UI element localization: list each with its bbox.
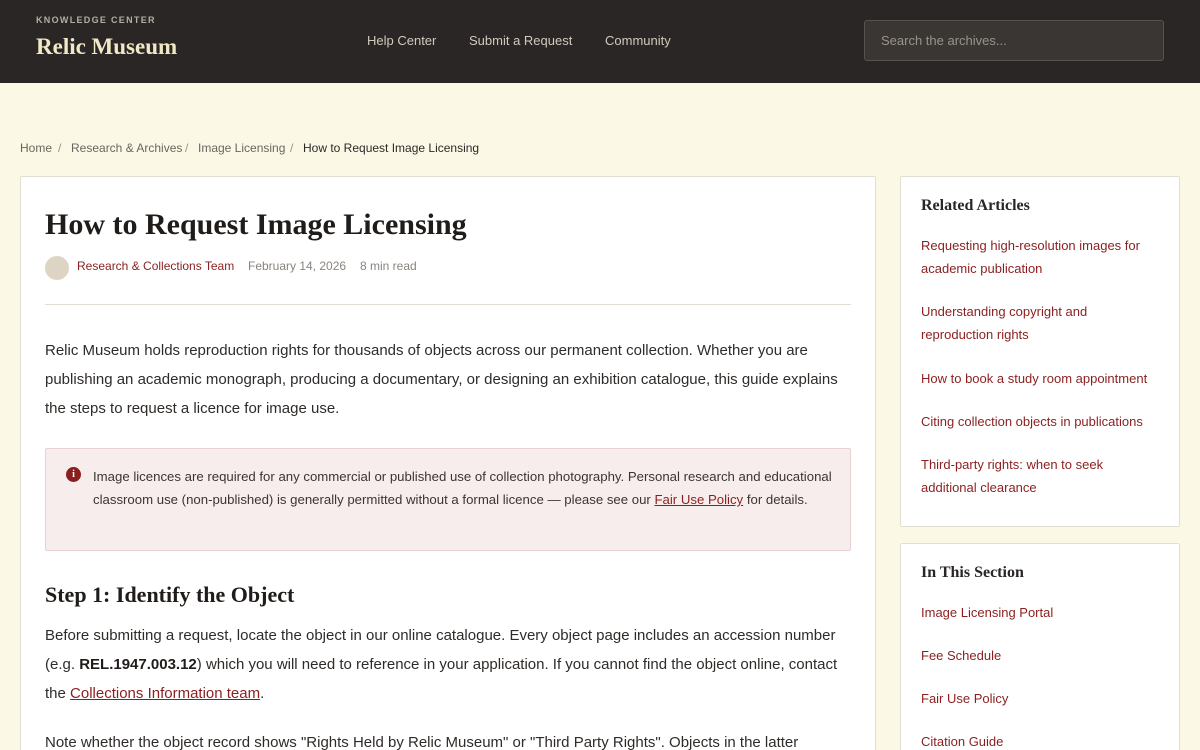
rights-note-paragraph: Note whether the object record shows "Ri… [45, 734, 799, 750]
article-title: How to Request Image Licensing [45, 208, 467, 241]
nav-community[interactable]: Community [605, 33, 671, 48]
step-1-text: Before submitting a request, locate the … [45, 621, 851, 708]
in-this-section-heading: In This Section [921, 564, 1024, 581]
callout-text-after: for details. [743, 492, 808, 507]
breadcrumb-image-licensing[interactable]: Image Licensing [198, 141, 285, 155]
search-box [864, 20, 1164, 61]
related-articles-heading: Related Articles [921, 197, 1030, 214]
meta-divider [45, 304, 851, 305]
breadcrumb-home[interactable]: Home [20, 141, 52, 155]
related-article-link[interactable]: Requesting high-resolution images for ac… [921, 234, 1161, 280]
author-avatar [45, 256, 69, 280]
read-time: 8 min read [360, 259, 417, 273]
callout-text: Image licences are required for any comm… [93, 465, 833, 511]
breadcrumb-research-archives[interactable]: Research & Archives [71, 141, 182, 155]
collections-info-link[interactable]: Collections Information team [70, 685, 260, 702]
publish-date: February 14, 2026 [248, 259, 347, 273]
author-link[interactable]: Research & Collections Team [77, 259, 234, 273]
step-1-heading: Step 1: Identify the Object [45, 582, 295, 607]
breadcrumb-current: How to Request Image Licensing [303, 141, 480, 155]
related-article-link[interactable]: Citing collection objects in publication… [921, 410, 1181, 433]
breadcrumb-separator: / [58, 141, 62, 155]
info-icon: i [66, 467, 81, 482]
nav-help-center[interactable]: Help Center [367, 33, 436, 48]
nav-submit-request[interactable]: Submit a Request [469, 33, 572, 48]
section-link-fee-schedule[interactable]: Fee Schedule [921, 644, 1161, 667]
section-link-citation-guide[interactable]: Citation Guide [921, 730, 1161, 750]
search-input[interactable] [865, 21, 1163, 60]
breadcrumb-separator: / [290, 141, 294, 155]
section-link-fair-use-policy[interactable]: Fair Use Policy [921, 687, 1161, 710]
brand-logo-text[interactable]: Relic Museum [36, 34, 177, 60]
fair-use-policy-link[interactable]: Fair Use Policy [654, 492, 743, 507]
accession-number: REL.1947.003.12 [79, 656, 197, 673]
related-article-link[interactable]: Third-party rights: when to seek additio… [921, 453, 1141, 499]
related-article-link[interactable]: How to book a study room appointment [921, 367, 1181, 390]
breadcrumb-separator: / [185, 141, 189, 155]
step-1-text-c: . [260, 685, 265, 702]
related-article-link[interactable]: Understanding copyright and reproduction… [921, 300, 1161, 346]
brand-kicker: KNOWLEDGE CENTER [36, 15, 156, 25]
section-link-licensing-portal[interactable]: Image Licensing Portal [921, 601, 1161, 624]
article-intro: Relic Museum holds reproduction rights f… [45, 342, 838, 417]
